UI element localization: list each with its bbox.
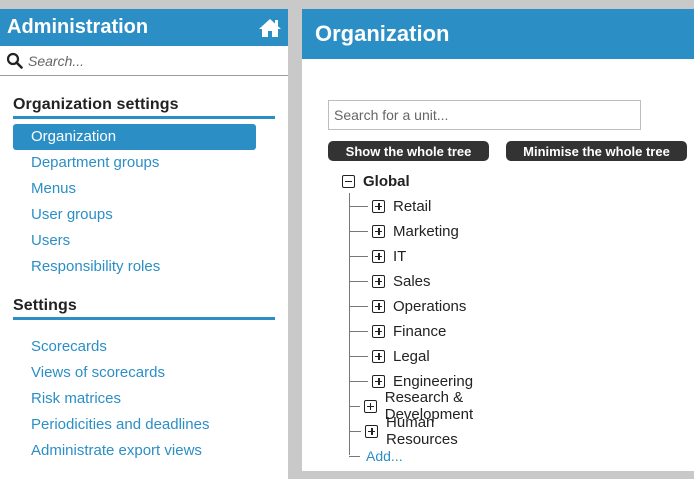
- tree-node-label[interactable]: Engineering: [393, 373, 473, 390]
- sidebar-item-administrate-export-views[interactable]: Administrate export views: [13, 438, 275, 464]
- tree-node: Legal: [349, 346, 430, 366]
- unit-search-input[interactable]: [328, 100, 641, 130]
- admin-sidebar: Administration Organization settings Org…: [0, 9, 288, 479]
- page-title: Organization: [302, 9, 694, 59]
- tree-node: IT: [349, 246, 406, 266]
- sidebar-item-users[interactable]: Users: [13, 228, 275, 254]
- tree-node-label[interactable]: Retail: [393, 198, 431, 215]
- organization-panel: Organization Show the whole tree Minimis…: [302, 9, 694, 471]
- sidebar-item-views-of-scorecards[interactable]: Views of scorecards: [13, 360, 275, 386]
- section-title-organization-settings: Organization settings: [13, 96, 275, 119]
- sidebar-header: Administration: [0, 9, 288, 46]
- expand-icon[interactable]: [363, 399, 377, 413]
- tree-node-label[interactable]: Global: [363, 173, 410, 190]
- add-unit-link[interactable]: Add...: [366, 448, 403, 464]
- tree-node: Retail: [349, 196, 431, 216]
- sidebar-item-menus[interactable]: Menus: [13, 176, 275, 202]
- sidebar-item-risk-matrices[interactable]: Risk matrices: [13, 386, 275, 412]
- expand-icon[interactable]: [372, 249, 385, 263]
- expand-icon[interactable]: [372, 324, 385, 338]
- sidebar-item-department-groups[interactable]: Department groups: [13, 150, 275, 176]
- search-icon: [6, 52, 23, 69]
- sidebar-item-scorecards[interactable]: Scorecards: [13, 334, 275, 360]
- tree-node-label[interactable]: Finance: [393, 323, 446, 340]
- sidebar-item-periodicities-and-deadlines[interactable]: Periodicities and deadlines: [13, 412, 275, 438]
- tree-node-label[interactable]: Sales: [393, 273, 431, 290]
- settings-menu: Scorecards Views of scorecards Risk matr…: [13, 334, 275, 464]
- expand-icon[interactable]: [372, 224, 385, 238]
- tree-node: Research & Development: [349, 389, 481, 423]
- expand-icon[interactable]: [372, 349, 385, 363]
- tree-node: Marketing: [349, 221, 459, 241]
- expand-icon[interactable]: [372, 199, 385, 213]
- collapse-icon[interactable]: [342, 174, 355, 188]
- tree-node: Sales: [349, 271, 431, 291]
- sidebar-title: Administration: [7, 16, 149, 38]
- minimise-whole-tree-button[interactable]: Minimise the whole tree: [506, 141, 687, 161]
- sidebar-search-input[interactable]: [28, 52, 268, 69]
- sidebar-item-organization[interactable]: Organization: [13, 124, 256, 150]
- tree-node: Engineering: [349, 371, 473, 391]
- sidebar-item-responsibility-roles[interactable]: Responsibility roles: [13, 254, 275, 280]
- tree-add-row: Add...: [349, 446, 403, 466]
- tree-node-label[interactable]: IT: [393, 248, 406, 265]
- tree-node-label[interactable]: Human Resources: [386, 414, 465, 448]
- tree-node-label[interactable]: Legal: [393, 348, 430, 365]
- tree-node: Human Resources: [349, 414, 465, 448]
- tree-node-global: Global: [342, 171, 410, 191]
- expand-icon[interactable]: [365, 424, 379, 438]
- tree-node-label[interactable]: Marketing: [393, 223, 459, 240]
- organization-settings-menu: Organization Department groups Menus Use…: [13, 124, 275, 280]
- expand-icon[interactable]: [372, 299, 385, 313]
- expand-icon[interactable]: [372, 374, 385, 388]
- sidebar-search: [0, 46, 288, 76]
- section-title-settings: Settings: [13, 297, 275, 320]
- tree-node: Operations: [349, 296, 466, 316]
- tree-node: Finance: [349, 321, 446, 341]
- sidebar-item-user-groups[interactable]: User groups: [13, 202, 275, 228]
- tree-node-label[interactable]: Operations: [393, 298, 466, 315]
- home-icon[interactable]: [258, 18, 282, 38]
- expand-icon[interactable]: [372, 274, 385, 288]
- show-whole-tree-button[interactable]: Show the whole tree: [328, 141, 489, 161]
